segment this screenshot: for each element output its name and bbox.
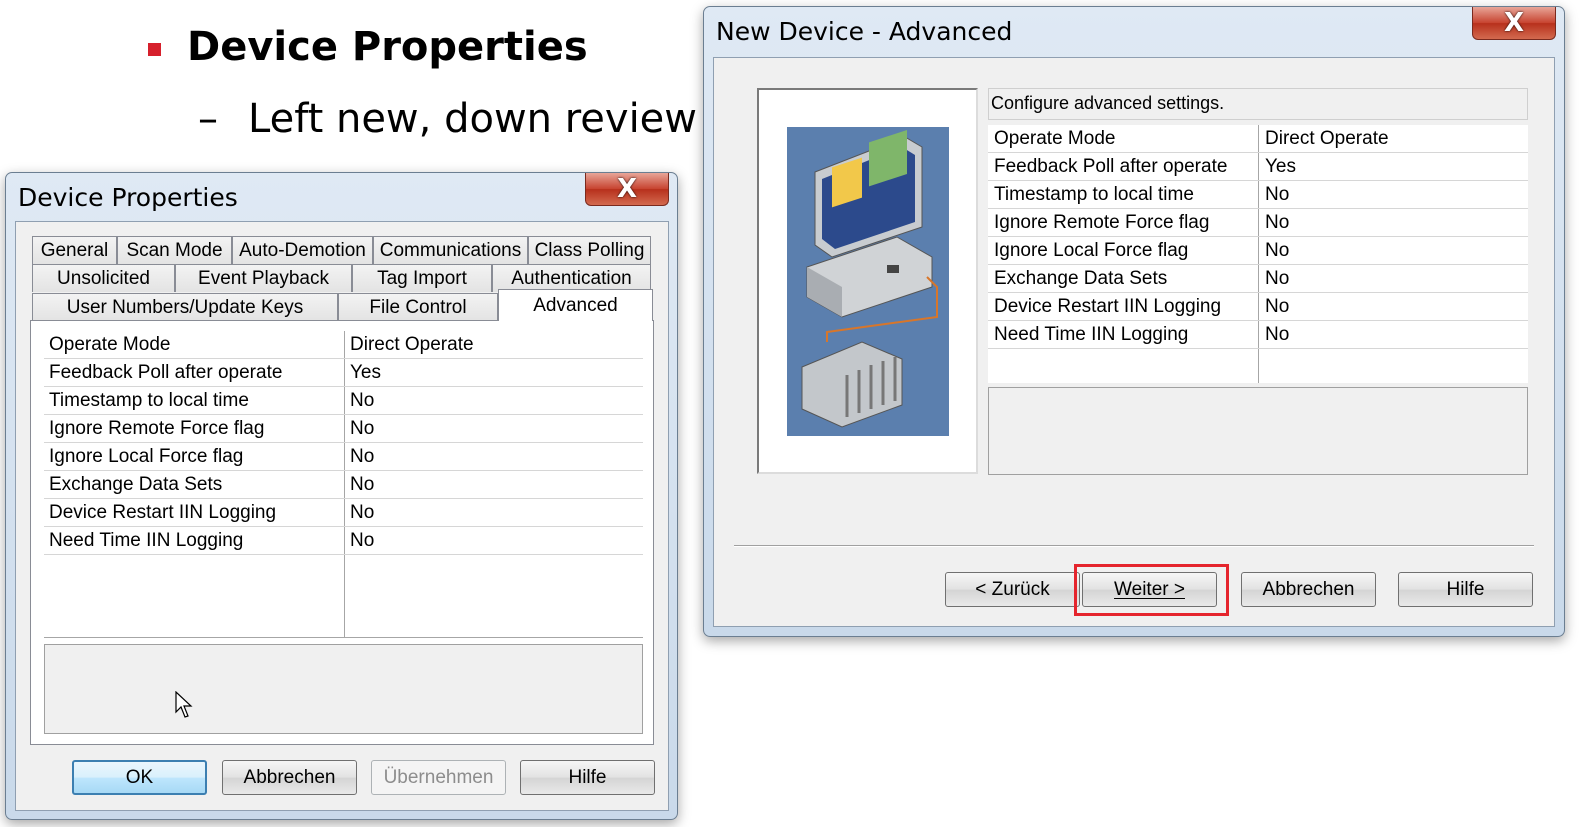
property-value: No (350, 474, 375, 495)
slide-bullet: Device Properties (148, 24, 588, 70)
property-name: Need Time IIN Logging (994, 324, 1189, 345)
cancel-button[interactable]: Abbrechen (222, 760, 357, 795)
grid-row[interactable]: Need Time IIN Logging No (44, 527, 643, 555)
grid-row[interactable]: Exchange Data Sets No (44, 471, 643, 499)
help-button[interactable]: Hilfe (520, 760, 655, 795)
property-name: Device Restart IIN Logging (49, 502, 277, 523)
wizard-illustration-frame (757, 88, 978, 474)
tab-user-numbers[interactable]: User Numbers/Update Keys (32, 293, 338, 321)
property-name: Ignore Local Force flag (994, 240, 1189, 261)
tab-class-polling[interactable]: Class Polling (528, 236, 651, 264)
slide-subtext: Left new, down review (248, 96, 698, 142)
dialog-client-area: General Scan Mode Auto-Demotion Communic… (15, 221, 669, 811)
property-value: No (350, 418, 375, 439)
grid-row[interactable]: Feedback Poll after operate Yes (988, 153, 1528, 181)
window-title: New Device - Advanced (716, 17, 1013, 46)
slide-heading: Device Properties (187, 24, 588, 70)
tab-authentication[interactable]: Authentication (492, 264, 651, 292)
grid-row[interactable]: Timestamp to local time No (44, 387, 643, 415)
device-properties-window: Device Properties X General Scan Mode Au… (5, 172, 678, 820)
property-name: Ignore Remote Force flag (994, 212, 1210, 233)
grid-row[interactable]: Ignore Remote Force flag No (988, 209, 1528, 237)
property-value: No (1265, 212, 1290, 233)
computer-device-illustration (787, 127, 949, 436)
property-name: Exchange Data Sets (994, 268, 1168, 289)
close-icon: X (1503, 8, 1525, 38)
property-name: Need Time IIN Logging (49, 530, 244, 551)
property-value: No (1265, 268, 1290, 289)
tab-scan-mode[interactable]: Scan Mode (117, 236, 232, 264)
property-value: No (350, 502, 375, 523)
wizard-heading: Configure advanced settings. (991, 93, 1225, 113)
tab-advanced[interactable]: Advanced (498, 289, 653, 321)
property-grid[interactable]: Operate Mode Direct Operate Feedback Pol… (44, 331, 643, 638)
grid-row[interactable]: Timestamp to local time No (988, 181, 1528, 209)
close-button[interactable]: X (1472, 7, 1556, 40)
grid-row[interactable]: Ignore Local Force flag No (988, 237, 1528, 265)
wizard-client-area: Configure advanced settings. Operate Mod… (713, 57, 1555, 627)
new-device-window: New Device - Advanced X Configure advanc… (703, 6, 1565, 637)
wizard-heading-box: Configure advanced settings. (988, 88, 1528, 120)
property-value: Yes (350, 362, 381, 383)
advanced-tab-panel: Operate Mode Direct Operate Feedback Pol… (30, 320, 654, 745)
property-name: Device Restart IIN Logging (994, 296, 1222, 317)
grid-row[interactable]: Device Restart IIN Logging No (44, 499, 643, 527)
grid-row[interactable]: Need Time IIN Logging No (988, 321, 1528, 349)
slide-subpoint: – Left new, down review (198, 96, 697, 142)
tab-general[interactable]: General (32, 236, 117, 264)
tab-file-control[interactable]: File Control (338, 293, 498, 321)
back-button[interactable]: < Zurück (945, 572, 1080, 607)
property-name: Operate Mode (49, 334, 171, 355)
sub-dash: – (198, 96, 218, 142)
grid-row[interactable]: Operate Mode Direct Operate (988, 125, 1528, 153)
wizard-property-grid[interactable]: Operate Mode Direct Operate Feedback Pol… (988, 125, 1528, 383)
property-value: No (1265, 296, 1290, 317)
cancel-button[interactable]: Abbrechen (1241, 572, 1376, 607)
bullet-marker (148, 42, 161, 56)
property-name: Operate Mode (994, 128, 1116, 149)
grid-bottom-border (44, 637, 643, 638)
property-name: Ignore Remote Force flag (49, 418, 265, 439)
property-value: No (350, 390, 375, 411)
property-name: Feedback Poll after operate (994, 156, 1228, 177)
window-title: Device Properties (18, 183, 238, 212)
property-value: No (350, 530, 375, 551)
property-value: No (1265, 184, 1290, 205)
property-description-box (44, 644, 643, 734)
property-value: No (350, 446, 375, 467)
grid-row[interactable]: Device Restart IIN Logging No (988, 293, 1528, 321)
help-button[interactable]: Hilfe (1398, 572, 1533, 607)
tab-tag-import[interactable]: Tag Import (352, 264, 492, 292)
tab-auto-demotion[interactable]: Auto-Demotion (232, 236, 373, 264)
property-name: Feedback Poll after operate (49, 362, 283, 383)
grid-row[interactable]: Operate Mode Direct Operate (44, 331, 643, 359)
ok-button[interactable]: OK (72, 760, 207, 795)
property-name: Timestamp to local time (994, 184, 1194, 205)
property-name: Timestamp to local time (49, 390, 249, 411)
property-value: No (1265, 324, 1290, 345)
property-value: Direct Operate (350, 334, 474, 355)
tab-communications[interactable]: Communications (373, 236, 528, 264)
property-name: Exchange Data Sets (49, 474, 223, 495)
wizard-separator (734, 545, 1534, 547)
grid-row[interactable]: Feedback Poll after operate Yes (44, 359, 643, 387)
property-value: Yes (1265, 156, 1296, 177)
next-button-highlight (1074, 564, 1229, 616)
tab-event-playback[interactable]: Event Playback (175, 264, 352, 292)
mouse-cursor-icon (175, 691, 193, 718)
property-value: Direct Operate (1265, 128, 1389, 149)
close-icon: X (616, 174, 638, 204)
tab-unsolicited[interactable]: Unsolicited (32, 264, 175, 292)
grid-row[interactable]: Ignore Local Force flag No (44, 443, 643, 471)
property-value: No (1265, 240, 1290, 261)
property-description-box (988, 387, 1528, 475)
grid-row[interactable]: Ignore Remote Force flag No (44, 415, 643, 443)
grid-row[interactable]: Exchange Data Sets No (988, 265, 1528, 293)
close-button[interactable]: X (585, 173, 669, 206)
apply-button[interactable]: Übernehmen (371, 760, 506, 795)
property-name: Ignore Local Force flag (49, 446, 244, 467)
